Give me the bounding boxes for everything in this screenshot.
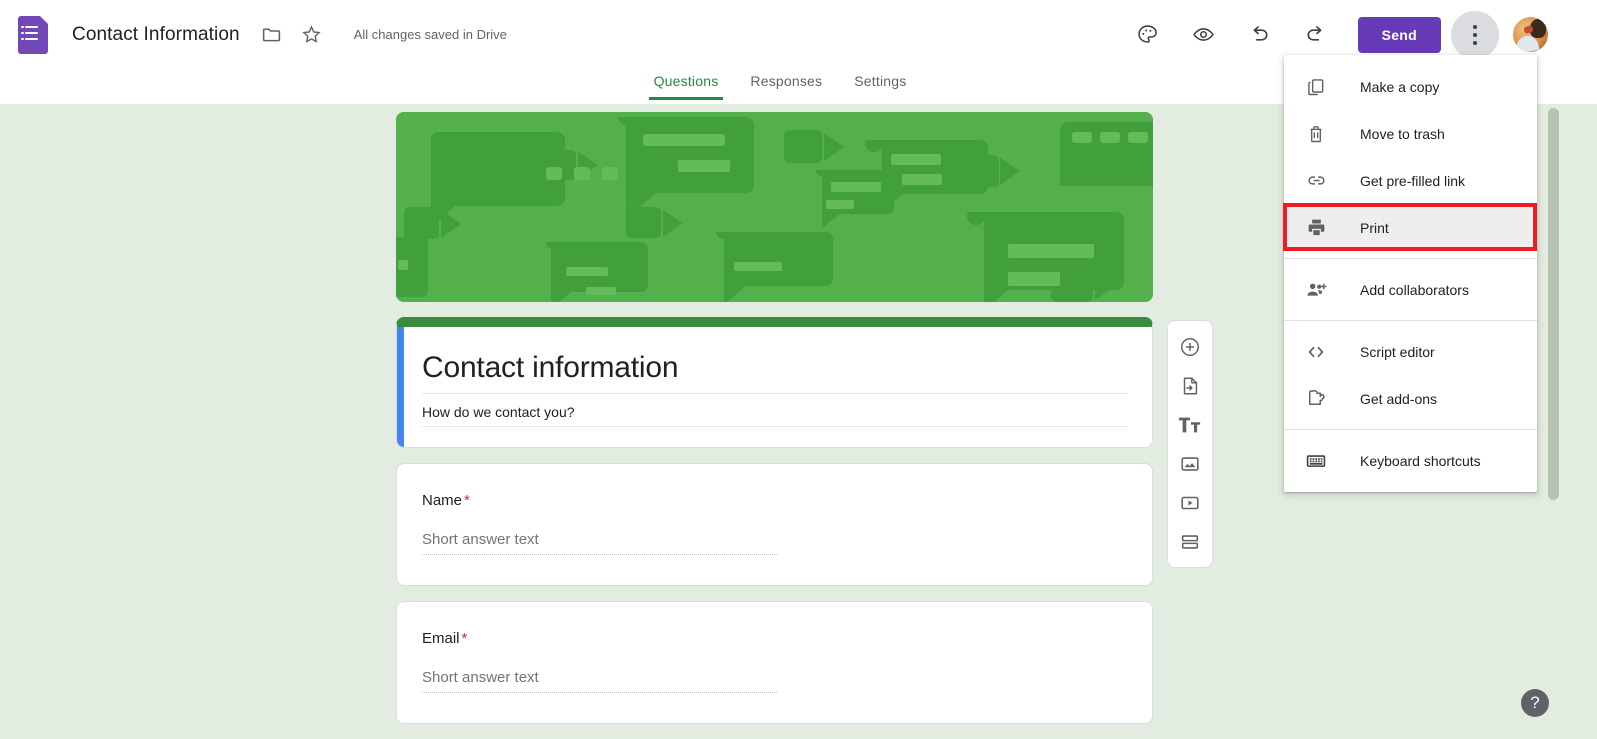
google-forms-logo-icon[interactable] — [18, 15, 48, 54]
menu-item-get-add-ons[interactable]: Get add-ons — [1284, 375, 1537, 422]
undo-icon[interactable] — [1240, 15, 1280, 55]
save-status-text: All changes saved in Drive — [353, 27, 507, 42]
add-video-icon[interactable] — [1170, 483, 1210, 522]
add-image-icon[interactable] — [1170, 444, 1210, 483]
tab-questions[interactable]: Questions — [638, 69, 735, 100]
required-asterisk: * — [461, 630, 468, 647]
import-questions-icon[interactable] — [1170, 366, 1210, 405]
preview-eye-icon[interactable] — [1184, 15, 1224, 55]
menu-item-label: Add collaborators — [1360, 281, 1469, 298]
menu-item-make-a-copy[interactable]: Make a copy — [1284, 63, 1537, 110]
star-icon[interactable] — [292, 15, 332, 55]
help-button[interactable]: ? — [1521, 689, 1549, 717]
vertical-scrollbar-thumb[interactable] — [1548, 108, 1559, 500]
menu-item-label: Keyboard shortcuts — [1360, 452, 1481, 469]
google-forms-editor: Contact Information All changes saved in… — [0, 0, 1597, 739]
question-card-name[interactable]: Name * Short answer text — [396, 463, 1153, 586]
add-question-icon[interactable] — [1170, 327, 1210, 366]
form-description[interactable]: How do we contact you? — [422, 394, 1128, 427]
question-label-text: Name — [422, 492, 463, 509]
send-button[interactable]: Send — [1357, 16, 1441, 53]
form-title[interactable]: Contact information — [422, 351, 1128, 394]
menu-item-get-pre-filled-link[interactable]: Get pre-filled link — [1284, 157, 1537, 204]
short-answer-placeholder: Short answer text — [422, 669, 777, 693]
tab-responses[interactable]: Responses — [734, 69, 838, 100]
puzzle-piece-icon — [1304, 387, 1328, 411]
right-gutter-top — [1560, 0, 1597, 104]
document-title[interactable]: Contact Information — [72, 24, 240, 46]
print-icon — [1304, 216, 1328, 240]
menu-divider — [1284, 429, 1537, 430]
form-header-banner-image[interactable] — [396, 112, 1153, 302]
menu-item-print[interactable]: Print — [1284, 204, 1537, 251]
right-gutter — [1560, 0, 1597, 739]
add-collaborators-icon — [1304, 278, 1328, 302]
menu-item-keyboard-shortcuts[interactable]: Keyboard shortcuts — [1284, 437, 1537, 484]
avatar[interactable] — [1513, 17, 1548, 52]
add-title-description-icon[interactable] — [1170, 405, 1210, 444]
tab-settings[interactable]: Settings — [838, 69, 922, 100]
selected-card-accent — [397, 327, 404, 447]
menu-item-script-editor[interactable]: Script editor — [1284, 328, 1537, 375]
menu-item-move-to-trash[interactable]: Move to trash — [1284, 110, 1537, 157]
short-answer-placeholder: Short answer text — [422, 531, 777, 555]
form-header-card[interactable]: Contact information How do we contact yo… — [396, 317, 1153, 448]
menu-item-label: Get add-ons — [1360, 390, 1438, 407]
more-options-button[interactable] — [1451, 10, 1499, 59]
menu-item-add-collaborators[interactable]: Add collaborators — [1284, 266, 1537, 313]
link-icon — [1304, 169, 1328, 193]
menu-item-label: Script editor — [1360, 343, 1435, 360]
trash-icon — [1304, 122, 1328, 146]
question-card-email[interactable]: Email * Short answer text — [396, 601, 1153, 724]
title-actions — [252, 15, 332, 55]
add-item-toolbar — [1167, 320, 1213, 568]
menu-divider — [1284, 258, 1537, 259]
move-to-folder-icon[interactable] — [252, 15, 292, 55]
required-asterisk: * — [464, 492, 470, 509]
more-options-menu: Make a copy Move to trash Get pre-filled… — [1284, 55, 1537, 492]
copy-icon — [1304, 75, 1328, 99]
question-label: Name * — [422, 492, 1128, 509]
form-column: Contact information How do we contact yo… — [396, 112, 1153, 724]
menu-item-label: Print — [1360, 219, 1389, 236]
palette-icon[interactable] — [1128, 15, 1168, 55]
menu-item-label: Make a copy — [1360, 78, 1440, 95]
keyboard-icon — [1304, 449, 1328, 473]
question-label: Email * — [422, 630, 1128, 647]
menu-divider — [1284, 320, 1537, 321]
menu-item-label: Get pre-filled link — [1360, 172, 1466, 189]
question-label-text: Email — [422, 630, 460, 647]
code-brackets-icon — [1304, 340, 1328, 364]
redo-icon[interactable] — [1296, 15, 1336, 55]
add-section-icon[interactable] — [1170, 522, 1210, 561]
menu-item-label: Move to trash — [1360, 125, 1445, 142]
